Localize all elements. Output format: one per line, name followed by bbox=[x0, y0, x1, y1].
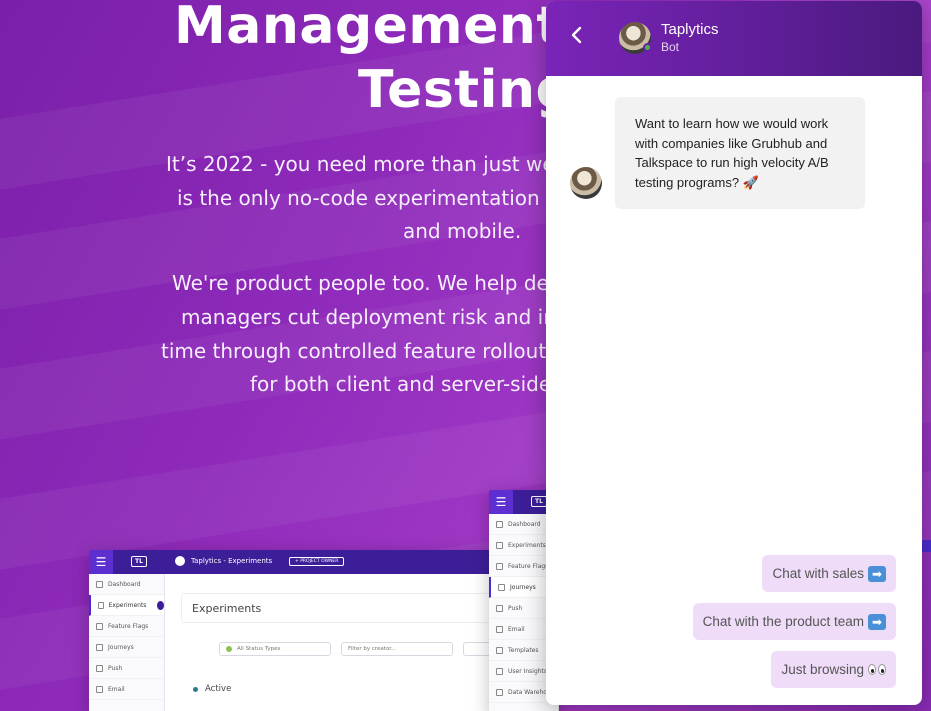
quick-reply-chat-with-sales[interactable]: Chat with sales ➡ bbox=[762, 555, 896, 592]
hero-para2-line: managers cut deployment risk and im bbox=[181, 305, 563, 329]
mockup-sidebar-item: Push bbox=[89, 658, 164, 679]
project-icon bbox=[175, 556, 185, 566]
mockup-sidebar: Dashboard Experiments Feature Flags Jour… bbox=[89, 574, 165, 711]
message-line: Talkspace to run high velocity A/B bbox=[635, 155, 829, 170]
message-line: testing programs? 🚀 bbox=[635, 174, 759, 190]
creator-filter: Filter by creator... bbox=[341, 642, 453, 656]
hero-para1-line: It’s 2022 - you need more than just web bbox=[166, 152, 568, 176]
message-line: with companies like Grubhub and bbox=[635, 135, 828, 151]
online-status-icon bbox=[643, 43, 652, 52]
hero-heading-line2: Testing bbox=[358, 60, 574, 120]
hero-heading-line1: Management ( bbox=[174, 0, 605, 56]
page-title-card: Experiments bbox=[181, 593, 541, 623]
active-section-label: Active bbox=[205, 684, 232, 694]
hero-para2-line: for both client and server-side bbox=[250, 372, 552, 396]
mockup-topbar: ☰ TL Taplytics - Experiments + PROJECT O… bbox=[89, 550, 549, 574]
hero-para2-line: time through controlled feature rollouts bbox=[161, 339, 557, 363]
right-arrow-icon: ➡ bbox=[868, 565, 886, 582]
mockup-sidebar-item: Dashboard bbox=[89, 574, 164, 595]
hero-para2-line: We're product people too. We help dev bbox=[172, 271, 561, 295]
chat-header: Taplytics Bot bbox=[546, 1, 922, 76]
message-line: Want to learn how we would work bbox=[635, 116, 829, 131]
project-selector: Taplytics - Experiments bbox=[191, 557, 273, 565]
status-filter: All Status Types bbox=[219, 642, 331, 656]
bot-role: Bot bbox=[661, 40, 680, 54]
back-icon[interactable] bbox=[570, 25, 590, 51]
logo-icon: TL bbox=[531, 496, 547, 507]
project-owner-button: + PROJECT OWNER bbox=[289, 557, 345, 566]
eyes-icon bbox=[868, 664, 886, 675]
menu-icon: ☰ bbox=[89, 550, 113, 574]
mockup-sidebar-item: Feature Flags bbox=[89, 616, 164, 637]
active-dot bbox=[193, 687, 198, 692]
mockup-sidebar-item: Journeys bbox=[89, 637, 164, 658]
message-avatar bbox=[570, 167, 602, 199]
menu-icon: ☰ bbox=[489, 490, 513, 514]
page-title: Experiments bbox=[192, 602, 262, 615]
quick-reply-chat-with-product-team[interactable]: Chat with the product team ➡ bbox=[692, 603, 896, 640]
right-arrow-icon: ➡ bbox=[868, 613, 886, 630]
logo-icon: TL bbox=[131, 556, 147, 567]
background-mockup-edge bbox=[922, 540, 931, 552]
hero-para1-line: is the only no-code experimentation s bbox=[177, 186, 557, 210]
mockup-sidebar-item: Experiments bbox=[89, 595, 164, 616]
mockup-sidebar-item: Email bbox=[89, 679, 164, 700]
bot-message-bubble: Want to learn how we would work with com… bbox=[615, 97, 865, 209]
quick-reply-just-browsing[interactable]: Just browsing bbox=[771, 651, 896, 688]
hero-para1-line: and mobile. bbox=[403, 219, 522, 243]
dashboard-mockup: ☰ TL Taplytics - Experiments + PROJECT O… bbox=[89, 550, 549, 711]
chat-widget: Taplytics Bot Want to learn how we would… bbox=[546, 1, 922, 705]
bot-name: Taplytics bbox=[661, 21, 719, 38]
